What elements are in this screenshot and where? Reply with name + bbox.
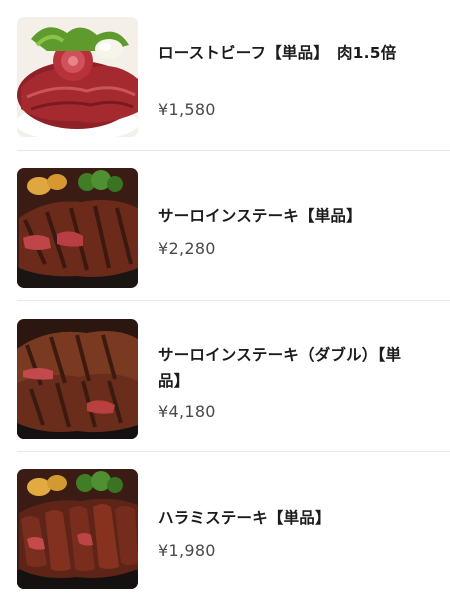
menu-item-sirloin-double[interactable]: サーロインステーキ（ダブル）【単品】 ¥4,180 [0,301,450,451]
item-title: サーロインステーキ（ダブル）【単品】 [158,346,402,390]
roast-beef-photo [17,17,138,137]
item-price: ¥1,980 [158,541,216,560]
menu-item-harami-steak[interactable]: ハラミステーキ【単品】 ¥1,980 [0,452,450,602]
menu-list: ローストビーフ【単品】 肉1.5倍 ¥1,580 サーロインステーキ【単品】 ¥… [0,0,450,601]
item-title: ローストビーフ【単品】 肉1.5倍 [158,44,397,62]
menu-item-sirloin-steak[interactable]: サーロインステーキ【単品】 ¥2,280 [0,151,450,301]
sirloin-double-photo [17,319,138,439]
item-price: ¥2,280 [158,239,216,258]
item-price: ¥4,180 [158,402,216,421]
item-title: ハラミステーキ【単品】 [158,509,331,527]
sirloin-steak-photo [17,168,138,288]
harami-steak-photo [17,469,138,589]
item-price: ¥1,580 [158,100,216,119]
menu-item-roast-beef[interactable]: ローストビーフ【単品】 肉1.5倍 ¥1,580 [0,0,450,150]
item-title: サーロインステーキ【単品】 [158,207,362,225]
